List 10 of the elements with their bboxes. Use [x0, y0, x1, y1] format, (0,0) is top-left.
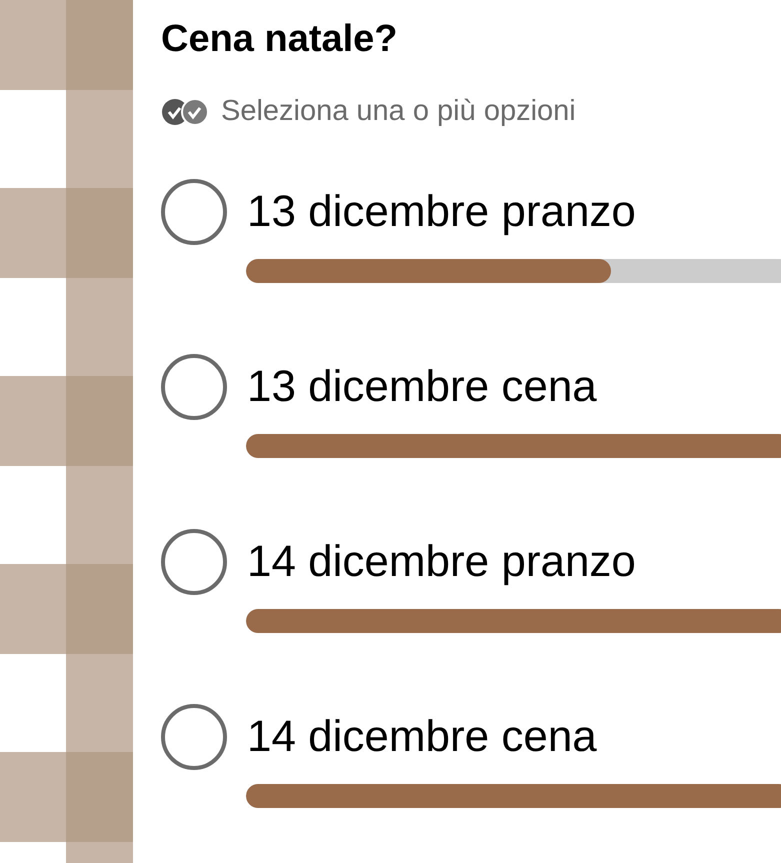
radio-button[interactable]: [161, 529, 227, 595]
poll-hint: Seleziona una o più opzioni: [221, 94, 576, 130]
option-label: 14 dicembre pranzo: [247, 536, 636, 588]
option-label: 14 dicembre cena: [247, 711, 597, 763]
radio-button[interactable]: [161, 179, 227, 245]
radio-button[interactable]: [161, 354, 227, 420]
option-label: 13 dicembre cena: [247, 361, 597, 413]
radio-button[interactable]: [161, 704, 227, 770]
option-label: 13 dicembre pranzo: [247, 186, 636, 238]
poll-title: Cena natale?: [161, 17, 398, 62]
